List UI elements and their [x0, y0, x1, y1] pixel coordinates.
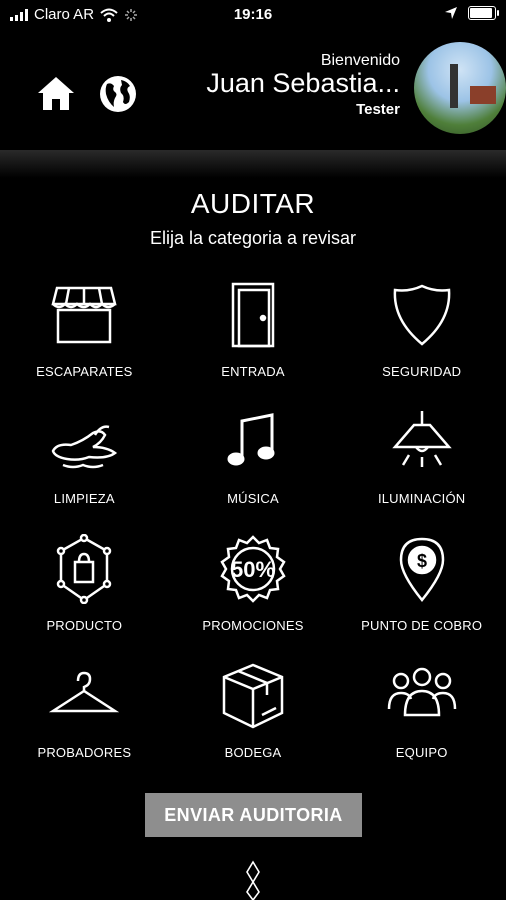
brand-logo-icon [246, 860, 260, 900]
category-producto[interactable]: PRODUCTO [0, 526, 169, 653]
category-label: BODEGA [224, 745, 282, 760]
category-musica[interactable]: MÚSICA [169, 399, 338, 526]
category-label: ENTRADA [221, 364, 285, 379]
page-subtitle: Elija la categoria a revisar [149, 228, 357, 248]
category-label: SEGURIDAD [382, 364, 462, 379]
category-entrada[interactable]: ENTRADA [169, 272, 338, 399]
door-icon [231, 282, 275, 348]
page-title: AUDITAR [190, 188, 316, 219]
header: Bienvenido Juan Sebastia... Tester [0, 30, 506, 150]
avatar[interactable] [414, 42, 506, 134]
payment-pin-icon: $ [399, 537, 444, 602]
category-equipo[interactable]: EQUIPO [337, 653, 506, 780]
category-label: PROMOCIONES [202, 618, 304, 633]
category-label: EQUIPO [395, 745, 448, 760]
svg-text:$: $ [417, 551, 427, 571]
home-icon[interactable] [36, 74, 76, 114]
category-bodega[interactable]: BODEGA [169, 653, 338, 780]
mop-icon [51, 425, 118, 469]
category-promociones[interactable]: 50% PROMOCIONES [169, 526, 338, 653]
product-bag-icon [57, 534, 112, 604]
send-audit-button[interactable]: ENVIAR AUDITORIA [145, 793, 362, 837]
category-escaparates[interactable]: ESCAPARATES [0, 272, 169, 399]
globe-icon[interactable] [98, 74, 138, 114]
category-label: PRODUCTO [46, 618, 123, 633]
box-icon [222, 663, 284, 729]
category-probadores[interactable]: PROBADORES [0, 653, 169, 780]
welcome-block: Bienvenido Juan Sebastia... Tester [206, 52, 400, 118]
storefront-icon [51, 286, 117, 344]
team-icon [387, 667, 456, 717]
category-label: ESCAPARATES [36, 364, 133, 379]
category-iluminacion[interactable]: ILUMINACIÓN [337, 399, 506, 526]
lamp-icon [391, 411, 452, 467]
location-icon [445, 7, 457, 19]
battery-icon [468, 6, 499, 20]
user-role: Tester [356, 101, 400, 118]
user-name: Juan Sebastia... [206, 68, 400, 98]
category-label: PUNTO DE COBRO [361, 618, 483, 633]
category-limpieza[interactable]: LIMPIEZA [0, 399, 169, 526]
clock: 19:16 [233, 6, 273, 23]
category-label: PROBADORES [37, 745, 132, 760]
shield-icon [393, 284, 450, 346]
category-punto-de-cobro[interactable]: $ PUNTO DE COBRO [337, 526, 506, 653]
status-bar: Claro AR 19:16 [0, 0, 506, 30]
header-divider [0, 150, 506, 178]
category-seguridad[interactable]: SEGURIDAD [337, 272, 506, 399]
svg-text:50%: 50% [231, 557, 275, 582]
music-note-icon [227, 413, 275, 466]
hanger-icon [49, 671, 120, 713]
category-label: MÚSICA [227, 491, 279, 506]
category-label: ILUMINACIÓN [377, 491, 466, 506]
category-grid: ESCAPARATES ENTRADA SEGURIDAD LIMPIEZA M… [0, 272, 506, 780]
discount-badge-icon: 50% [220, 535, 286, 603]
category-label: LIMPIEZA [53, 491, 115, 506]
